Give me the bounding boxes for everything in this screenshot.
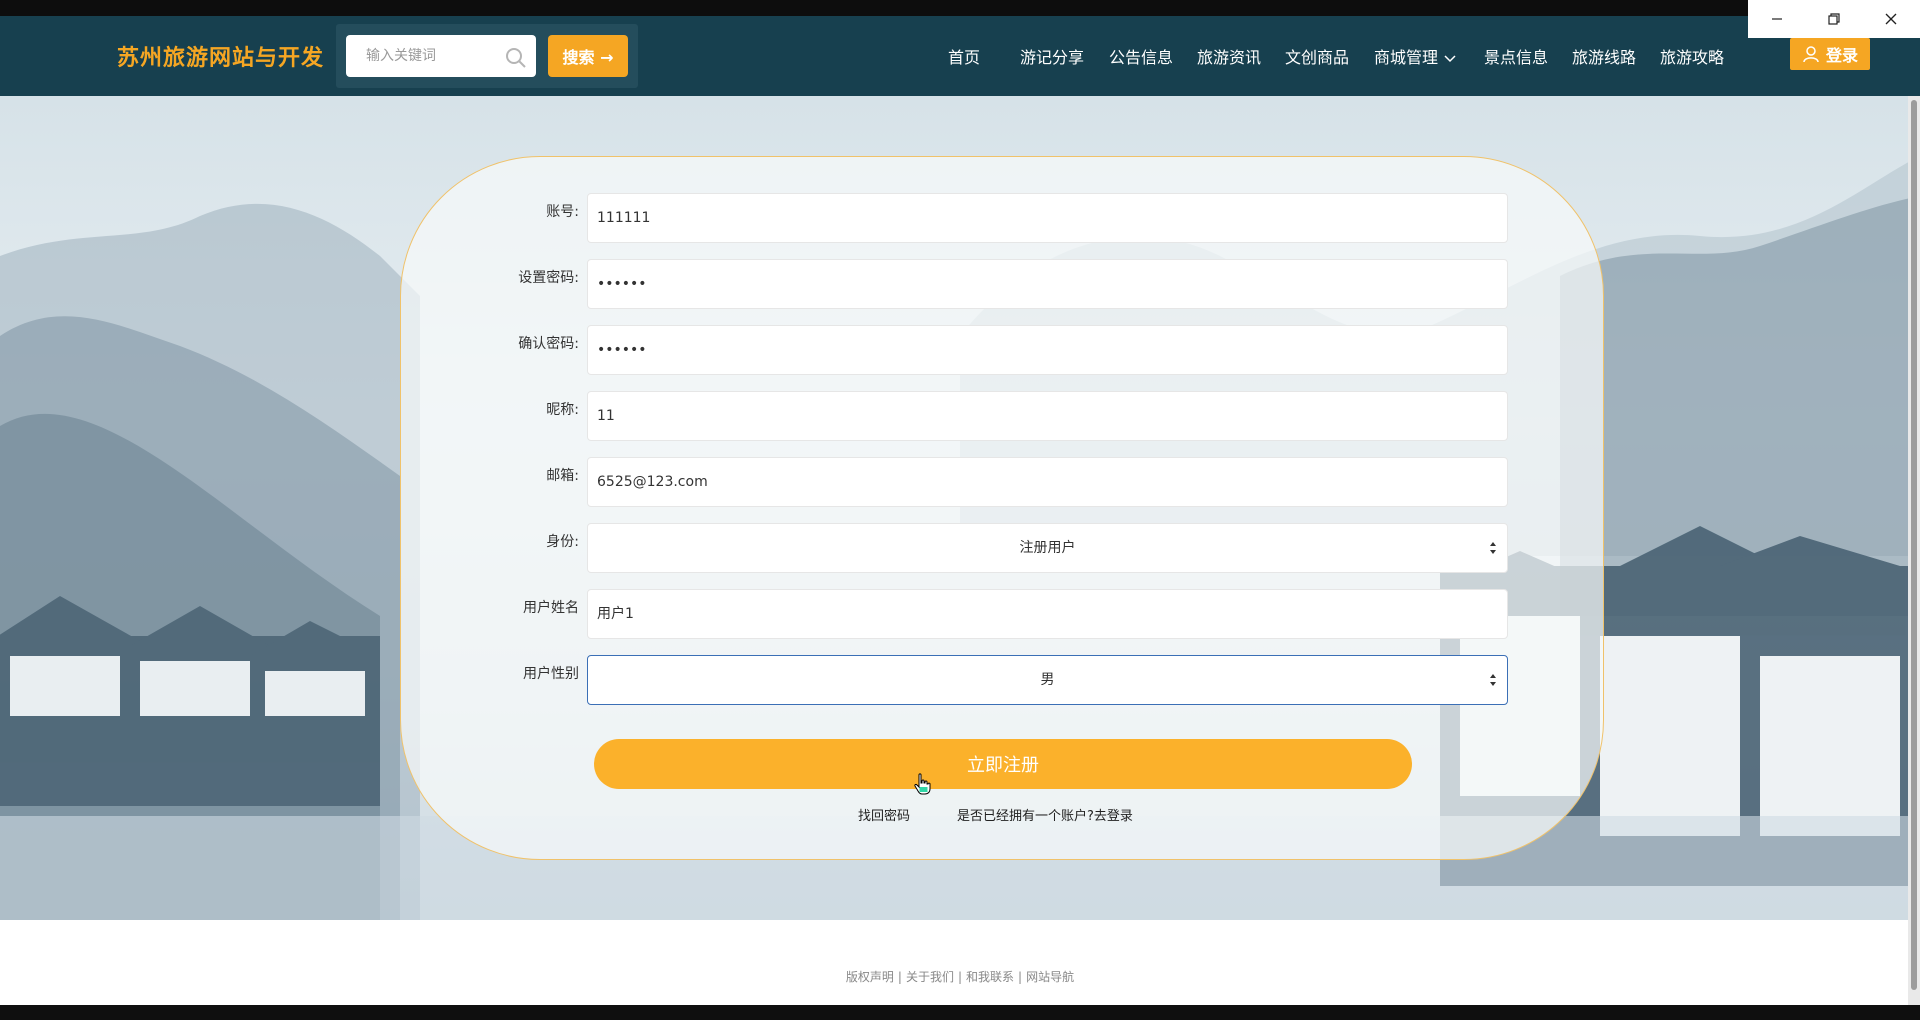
page-footer: 版权声明 | 关于我们 | 和我联系 | 网站导航: [0, 920, 1920, 1005]
gender-label: 用户性别: [523, 666, 579, 682]
chevron-down-icon: [1444, 54, 1456, 62]
user-name-input[interactable]: 用户1: [587, 589, 1508, 639]
register-card: 账号: 111111 设置密码: •••••• 确认密码: •••••• 昵称:…: [400, 156, 1604, 860]
go-login-link[interactable]: 是否已经拥有一个账户?去登录: [957, 805, 1133, 824]
nav-item-home[interactable]: 首页: [948, 44, 980, 68]
password-input[interactable]: ••••••: [587, 259, 1508, 309]
form-row-role: 身份: 注册用户: [401, 523, 1605, 573]
account-label: 账号:: [546, 204, 579, 220]
login-button[interactable]: 登录: [1790, 38, 1870, 70]
role-label: 身份:: [546, 534, 579, 550]
hand-cursor-icon: [914, 773, 931, 795]
nav-item-announcements[interactable]: 公告信息: [1109, 44, 1173, 68]
form-row-gender: 用户性别 男: [401, 655, 1605, 705]
footer-link-about[interactable]: 关于我们: [906, 970, 954, 984]
select-arrows-icon: [1490, 542, 1496, 554]
role-select[interactable]: 注册用户: [587, 523, 1508, 573]
email-input[interactable]: 6525@123.com: [587, 457, 1508, 507]
form-row-confirm-password: 确认密码: ••••••: [401, 325, 1605, 375]
nav-item-travel-news[interactable]: 旅游资讯: [1197, 44, 1261, 68]
hero-area: 账号: 111111 设置密码: •••••• 确认密码: •••••• 昵称:…: [0, 96, 1920, 920]
bottom-strip: [0, 1005, 1920, 1020]
nav-item-guides[interactable]: 旅游攻略: [1660, 44, 1724, 68]
nav-item-mall-management[interactable]: 商城管理: [1374, 44, 1456, 68]
email-label: 邮箱:: [546, 468, 579, 484]
nickname-label: 昵称:: [546, 402, 579, 418]
password-label: 设置密码:: [518, 270, 579, 286]
footer-link-contact[interactable]: 和我联系: [966, 970, 1014, 984]
register-button[interactable]: 立即注册: [594, 739, 1412, 789]
form-row-email: 邮箱: 6525@123.com: [401, 457, 1605, 507]
forgot-password-link[interactable]: 找回密码: [858, 805, 910, 824]
nav-item-travel-notes[interactable]: 游记分享: [1020, 44, 1084, 68]
vertical-scrollbar[interactable]: [1908, 96, 1920, 1005]
footer-separator: |: [1018, 970, 1023, 984]
top-navbar: 苏州旅游网站与开发 搜索 → 首页 游记分享 公告信息 旅游资讯 文创商品 商城…: [0, 16, 1920, 96]
footer-separator: |: [957, 970, 963, 984]
close-icon: [1885, 13, 1897, 25]
restore-icon: [1828, 13, 1840, 25]
nickname-input[interactable]: 11: [587, 391, 1508, 441]
gender-select[interactable]: 男: [587, 655, 1508, 705]
user-name-label: 用户姓名: [523, 600, 579, 616]
nav-item-cultural-goods[interactable]: 文创商品: [1285, 44, 1349, 68]
restore-button[interactable]: [1805, 0, 1862, 38]
nav-item-attractions[interactable]: 景点信息: [1484, 44, 1548, 68]
footer-link-copyright[interactable]: 版权声明: [846, 970, 894, 984]
select-arrows-icon: [1490, 674, 1496, 686]
footer-link-sitemap[interactable]: 网站导航: [1026, 970, 1074, 984]
top-strip: [0, 0, 1920, 16]
form-row-nickname: 昵称: 11: [401, 391, 1605, 441]
confirm-password-input[interactable]: ••••••: [587, 325, 1508, 375]
account-input[interactable]: 111111: [587, 193, 1508, 243]
footer-separator: |: [897, 970, 902, 984]
nav-item-routes[interactable]: 旅游线路: [1572, 44, 1636, 68]
confirm-password-label: 确认密码:: [518, 336, 579, 352]
login-label: 登录: [1825, 46, 1858, 65]
close-button[interactable]: [1863, 0, 1920, 38]
form-links: 找回密码 是否已经拥有一个账户?去登录: [401, 805, 1605, 825]
user-icon: [1803, 46, 1819, 63]
role-select-value: 注册用户: [1019, 540, 1076, 556]
minimize-button[interactable]: [1748, 0, 1805, 38]
form-row-password: 设置密码: ••••••: [401, 259, 1605, 309]
main-nav: 首页 游记分享 公告信息 旅游资讯 文创商品 商城管理 景点信息 旅游线路 旅游…: [0, 42, 1920, 72]
scrollbar-thumb[interactable]: [1911, 100, 1917, 990]
form-row-user-name: 用户姓名 用户1: [401, 589, 1605, 639]
footer-links: 版权声明 | 关于我们 | 和我联系 | 网站导航: [0, 968, 1920, 985]
minimize-icon: [1771, 18, 1782, 20]
form-row-account: 账号: 111111: [401, 193, 1605, 243]
nav-item-mall-label: 商城管理: [1374, 48, 1439, 67]
window-controls: [1748, 0, 1920, 38]
gender-select-value: 男: [1040, 672, 1055, 688]
